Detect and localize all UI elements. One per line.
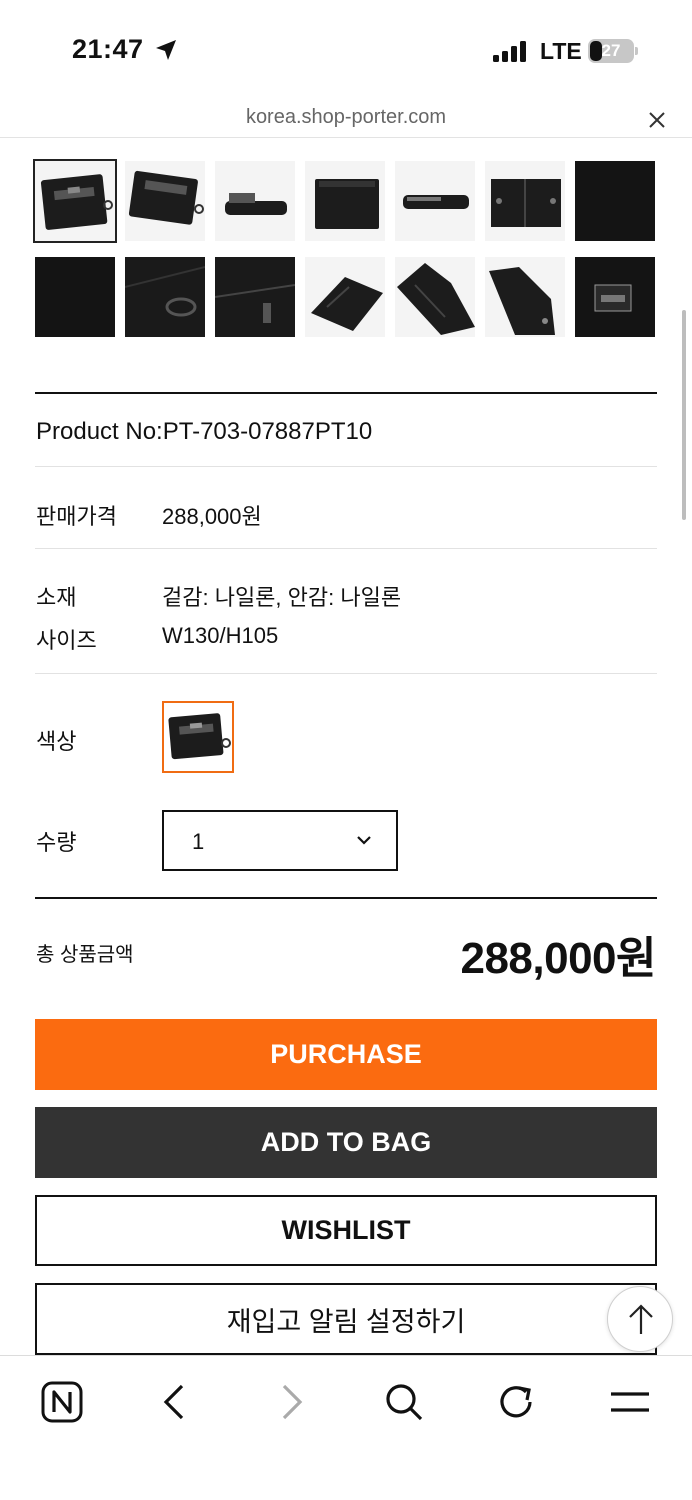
battery-icon: 27 xyxy=(588,39,634,63)
divider xyxy=(35,548,657,549)
location-arrow-icon xyxy=(156,40,176,60)
color-label: 색상 xyxy=(36,729,77,754)
thumbnail-fabric-closeup[interactable] xyxy=(35,257,115,337)
naver-home-icon[interactable] xyxy=(38,1378,86,1426)
thumbnail-wallet-angle[interactable] xyxy=(125,161,205,241)
total-label: 총 상품금액 xyxy=(36,944,134,966)
thumbnail-wallet-side[interactable] xyxy=(215,161,295,241)
chevron-down-icon xyxy=(357,836,371,845)
quantity-select[interactable]: 1 xyxy=(162,810,398,871)
section-divider xyxy=(35,392,657,394)
quantity-value: 1 xyxy=(192,829,205,854)
wishlist-button[interactable]: WISHLIST xyxy=(35,1195,657,1266)
thumbnail-wallet-top[interactable] xyxy=(395,161,475,241)
price-value: 288,000원 xyxy=(162,504,262,529)
material-label: 소재 xyxy=(36,585,77,610)
scroll-to-top-button[interactable] xyxy=(607,1286,673,1352)
thumbnail-logo-label[interactable] xyxy=(575,257,655,337)
divider xyxy=(35,466,657,467)
total-price: 288,000원 xyxy=(460,934,656,983)
battery-cap xyxy=(635,47,638,55)
color-option-black[interactable] xyxy=(162,701,234,773)
size-value: W130/H105 xyxy=(162,623,279,648)
thumbnail-wallet-front[interactable] xyxy=(33,159,117,243)
thumbnail-wallet-card-slots[interactable] xyxy=(305,257,385,337)
menu-icon[interactable] xyxy=(606,1378,654,1426)
browser-toolbar xyxy=(0,1355,692,1500)
product-number: Product No:PT-703-07887PT10 xyxy=(36,418,373,445)
thumbnail-wallet-open-inside[interactable] xyxy=(395,257,475,337)
status-bar: 21:47 LTE 27 xyxy=(0,0,692,100)
material-value: 겉감: 나일론, 안감: 나일론 xyxy=(162,585,402,610)
thumbnail-wallet-zip[interactable] xyxy=(215,257,295,337)
arrow-up-icon xyxy=(629,1304,653,1334)
battery-level: 27 xyxy=(601,41,621,60)
thumbnail-wallet-interior[interactable] xyxy=(485,257,565,337)
close-icon[interactable] xyxy=(645,108,669,132)
page-scrollbar[interactable] xyxy=(682,310,686,520)
price-label: 판매가격 xyxy=(36,504,117,529)
add-to-bag-button[interactable]: ADD TO BAG xyxy=(35,1107,657,1178)
divider xyxy=(35,673,657,674)
status-time: 21:47 xyxy=(72,34,144,64)
forward-icon[interactable] xyxy=(266,1378,314,1426)
thumbnail-wallet-back[interactable] xyxy=(305,161,385,241)
search-icon[interactable] xyxy=(380,1378,428,1426)
size-label: 사이즈 xyxy=(36,628,97,653)
url-text[interactable]: korea.shop-porter.com xyxy=(0,106,692,129)
thumbnail-wallet-ring[interactable] xyxy=(125,257,205,337)
thumbnail-wallet-detail-dark[interactable] xyxy=(575,161,655,241)
cellular-signal-icon xyxy=(493,40,529,62)
network-type: LTE xyxy=(540,38,582,64)
quantity-label: 수량 xyxy=(36,830,77,855)
section-divider xyxy=(35,897,657,899)
url-bar[interactable]: korea.shop-porter.com xyxy=(0,100,692,138)
back-icon[interactable] xyxy=(152,1378,200,1426)
restock-alert-button[interactable]: 재입고 알림 설정하기 xyxy=(35,1283,657,1355)
reload-icon[interactable] xyxy=(493,1378,541,1426)
thumbnail-wallet-open[interactable] xyxy=(485,161,565,241)
purchase-button[interactable]: PURCHASE xyxy=(35,1019,657,1090)
